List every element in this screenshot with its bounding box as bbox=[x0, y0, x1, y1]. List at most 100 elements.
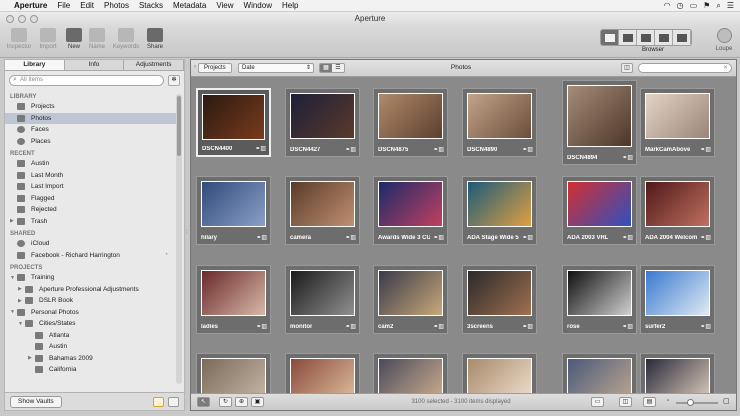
stamp-tool-button[interactable]: ▣ bbox=[251, 397, 264, 407]
photo-thumbnail[interactable]: ⚭▥ bbox=[562, 353, 637, 394]
sidebar-item-atlanta[interactable]: Atlanta bbox=[5, 330, 176, 342]
slider-knob[interactable] bbox=[686, 399, 694, 406]
battery-icon[interactable]: ▭ bbox=[690, 1, 698, 10]
rotate-tool-button[interactable]: ↻ bbox=[219, 397, 232, 407]
photo-thumbnail[interactable]: monitor ⚭▥ bbox=[285, 265, 360, 334]
filter-hud-button[interactable]: ◫ bbox=[621, 63, 633, 73]
library-search-field[interactable]: All Items bbox=[9, 75, 164, 86]
menu-stacks[interactable]: Stacks bbox=[139, 1, 163, 10]
tab-adjustments[interactable]: Adjustments bbox=[124, 60, 185, 70]
name-button[interactable]: Name bbox=[82, 28, 112, 50]
sidebar-scrollbar[interactable] bbox=[176, 94, 182, 384]
menu-help[interactable]: Help bbox=[282, 1, 298, 10]
sidebar-item-icloud[interactable]: iCloud bbox=[5, 238, 176, 250]
sidebar-item-aperture-adjustments[interactable]: ▶ Aperture Professional Adjustments bbox=[5, 284, 176, 296]
flag-icon[interactable]: ⚑ bbox=[703, 1, 710, 10]
sidebar-item-rejected[interactable]: Rejected bbox=[5, 204, 176, 216]
lift-tool-button[interactable]: ⊕ bbox=[235, 397, 248, 407]
disclosure-triangle-icon[interactable]: ▶ bbox=[10, 218, 16, 224]
photo-thumbnail[interactable]: DSCN4427 ⚭▥ bbox=[285, 88, 360, 157]
sidebar-item-austin[interactable]: Austin bbox=[5, 158, 176, 170]
sidebar-item-personal-photos[interactable]: ▼ Personal Photos bbox=[5, 307, 176, 319]
photo-thumbnail[interactable]: ⚭▥ bbox=[373, 353, 448, 394]
disclosure-triangle-icon[interactable]: ▶ bbox=[18, 298, 24, 304]
sidebar-item-training[interactable]: ▼ Training bbox=[5, 272, 176, 284]
photo-thumbnail[interactable]: Awards Wide 3 CU ⚭▥ bbox=[373, 176, 448, 245]
menu-view[interactable]: View bbox=[216, 1, 233, 10]
photo-thumbnail[interactable]: ladies ⚭▥ bbox=[196, 265, 271, 334]
tab-info[interactable]: Info bbox=[64, 60, 125, 70]
sidebar-item-last-import[interactable]: Last Import bbox=[5, 181, 176, 193]
browser-grid-button[interactable] bbox=[601, 30, 619, 45]
menu-app[interactable]: Aperture bbox=[14, 1, 47, 10]
sidebar-item-bahamas-2009[interactable]: ▶ Bahamas 2009 bbox=[5, 353, 176, 365]
viewer-mode-button[interactable]: ▤ bbox=[643, 397, 656, 407]
photo-thumbnail[interactable]: cam2 ⚭▥ bbox=[373, 265, 448, 334]
places-view-button[interactable] bbox=[673, 30, 691, 45]
inspector-button[interactable]: Inspector bbox=[4, 28, 34, 50]
filmstrip-button[interactable]: ▭ bbox=[591, 397, 604, 407]
photo-thumbnail[interactable]: MarkCamAbove ⚭▥ bbox=[640, 88, 715, 157]
photo-thumbnail[interactable]: ⚭▥ bbox=[640, 353, 715, 394]
photo-thumbnail[interactable]: ⚭▥ bbox=[462, 353, 537, 394]
show-vaults-button[interactable]: Show Vaults bbox=[10, 396, 62, 408]
grid-view-button[interactable]: ▦ bbox=[320, 64, 332, 72]
photo-thumbnail[interactable]: ⚭▥ bbox=[196, 353, 271, 394]
wifi-icon[interactable]: ◠ bbox=[664, 1, 671, 10]
list-view-button[interactable]: ☰ bbox=[332, 64, 344, 72]
photo-thumbnail[interactable]: 3screens ⚭▥ bbox=[462, 265, 537, 334]
sidebar-item-facebook[interactable]: Facebook - Richard Harrington ◔ bbox=[5, 250, 176, 262]
photo-thumbnail[interactable]: ADA Stage Wide 5 ⚭▥ bbox=[462, 176, 537, 245]
loupe-button[interactable]: Loupe bbox=[712, 28, 736, 52]
clock-icon[interactable]: ◷ bbox=[677, 1, 684, 10]
sidebar-item-flagged[interactable]: Flagged bbox=[5, 193, 176, 205]
disclosure-triangle-icon[interactable]: ▶ bbox=[28, 355, 34, 361]
photo-thumbnail[interactable]: ADA 2003 VRL ⚭▥ bbox=[562, 176, 637, 245]
sidebar-item-california[interactable]: California bbox=[5, 364, 176, 376]
sidebar-item-projects[interactable]: Projects bbox=[5, 101, 176, 113]
pane-splitter-handle[interactable]: ⁞ bbox=[186, 230, 189, 236]
disclosure-triangle-icon[interactable]: ▶ bbox=[18, 286, 24, 292]
menu-metadata[interactable]: Metadata bbox=[173, 1, 206, 10]
broadcast-icon[interactable]: ◔ bbox=[164, 252, 168, 258]
sidebar-item-cities-states[interactable]: ▼ Cities/States bbox=[5, 318, 176, 330]
sort-select[interactable]: Date bbox=[238, 63, 314, 73]
browser-split-button[interactable] bbox=[619, 30, 637, 45]
scrollbar-thumb[interactable] bbox=[177, 96, 181, 156]
menu-file[interactable]: File bbox=[57, 1, 70, 10]
browser-search-field[interactable] bbox=[638, 63, 732, 73]
zoom-window-button[interactable] bbox=[30, 15, 38, 23]
keywords-button[interactable]: Keywords bbox=[111, 28, 141, 50]
photo-thumbnail[interactable]: surfer2 ⚭▥ bbox=[640, 265, 715, 334]
browser-viewer-button[interactable] bbox=[637, 30, 655, 45]
share-button[interactable]: Share bbox=[140, 28, 170, 50]
menu-photos[interactable]: Photos bbox=[104, 1, 129, 10]
library-action-menu[interactable]: ✻ bbox=[168, 75, 180, 86]
photo-thumbnail[interactable]: ADA 2004 Welcome...⚭▥ bbox=[640, 176, 715, 245]
disclosure-triangle-icon[interactable]: ▼ bbox=[18, 321, 24, 327]
disclosure-triangle-icon[interactable]: ▼ bbox=[10, 309, 16, 315]
disclosure-triangle-icon[interactable]: ▼ bbox=[10, 275, 16, 281]
sidebar-action-gear-icon[interactable] bbox=[168, 397, 179, 407]
photo-thumbnail[interactable]: ⚭▥ bbox=[285, 353, 360, 394]
thumbnail-size-slider[interactable] bbox=[676, 399, 718, 406]
vault-status-icon[interactable] bbox=[153, 397, 164, 407]
menu-edit[interactable]: Edit bbox=[80, 1, 94, 10]
close-window-button[interactable] bbox=[6, 15, 14, 23]
photo-thumbnail[interactable]: rose ⚭▥ bbox=[562, 265, 637, 334]
menu-window[interactable]: Window bbox=[244, 1, 272, 10]
faces-view-button[interactable] bbox=[655, 30, 673, 45]
select-tool-button[interactable]: ↖ bbox=[197, 397, 210, 407]
photo-thumbnail[interactable]: DSCN4890 ⚭▥ bbox=[462, 88, 537, 157]
minimize-window-button[interactable] bbox=[18, 15, 26, 23]
sidebar-item-austin-project[interactable]: Austin bbox=[5, 341, 176, 353]
sidebar-item-dslr-book[interactable]: ▶ DSLR Book bbox=[5, 295, 176, 307]
sidebar-item-places[interactable]: Places bbox=[5, 136, 176, 148]
photo-thumbnail[interactable]: hilary ⚭▥ bbox=[196, 176, 271, 245]
photo-thumbnail[interactable]: camera ⚭▥ bbox=[285, 176, 360, 245]
fullscreen-button[interactable]: ◫ bbox=[619, 397, 632, 407]
back-chevron-icon[interactable]: ‹ bbox=[194, 64, 197, 70]
spotlight-icon[interactable]: ⌕ bbox=[716, 1, 720, 11]
photo-thumbnail[interactable]: DSCN4875 ⚭▥ bbox=[373, 88, 448, 157]
sidebar-item-last-month[interactable]: Last Month bbox=[5, 170, 176, 182]
